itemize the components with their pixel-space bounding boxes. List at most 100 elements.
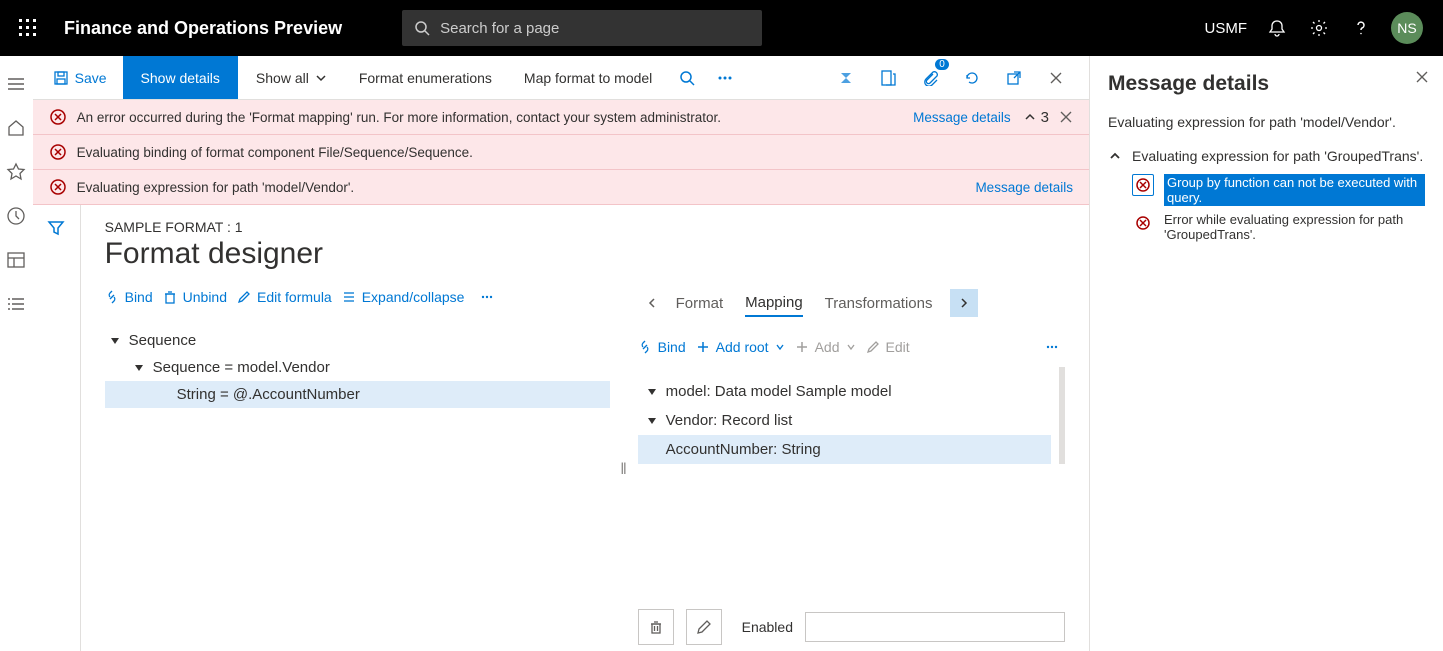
- home-icon[interactable]: [4, 116, 28, 140]
- top-header: Finance and Operations Preview USMF NS: [0, 0, 1443, 56]
- right-toolbar: Format Mapping Transformations: [638, 289, 1065, 329]
- recent-icon[interactable]: [4, 204, 28, 228]
- attachments-icon[interactable]: 0: [913, 61, 947, 95]
- error-banner-1: An error occurred during the 'Format map…: [33, 100, 1089, 135]
- tree-node-label: String = @.AccountNumber: [177, 386, 360, 403]
- collapse-count: 3: [1041, 109, 1049, 126]
- app-title: Finance and Operations Preview: [64, 18, 342, 39]
- search-input[interactable]: [440, 20, 750, 37]
- bind-label: Bind: [125, 289, 153, 305]
- tree-node[interactable]: Vendor: Record list: [638, 406, 1051, 435]
- bind-button-left[interactable]: Bind: [105, 289, 153, 305]
- chevron-up-icon: [1023, 110, 1037, 124]
- mapping-tree: model: Data model Sample model Vendor: R…: [638, 367, 1051, 464]
- tab-next-button[interactable]: [950, 289, 978, 317]
- page-options-icon[interactable]: [871, 61, 905, 95]
- action-bar: Save Show details Show all Format enumer…: [33, 56, 1089, 100]
- panel-subtitle: Evaluating expression for path 'model/Ve…: [1108, 114, 1425, 130]
- pencil-icon: [866, 340, 880, 354]
- chevron-down-icon: [775, 342, 785, 352]
- action-bar-right: 0: [829, 61, 1081, 95]
- bind-button-right[interactable]: Bind: [638, 339, 686, 355]
- hamburger-icon[interactable]: [4, 72, 28, 96]
- tree-node-selected[interactable]: String = @.AccountNumber: [105, 381, 610, 408]
- message-details-link-1[interactable]: Message details: [913, 110, 1011, 125]
- link-icon: [638, 340, 652, 354]
- panel-close-button[interactable]: [1415, 70, 1429, 84]
- notifications-icon[interactable]: [1265, 16, 1289, 40]
- help-icon[interactable]: [1349, 16, 1373, 40]
- caret-down-icon: [133, 363, 145, 373]
- message-details-panel: Message details Evaluating expression fo…: [1089, 56, 1443, 651]
- show-all-button[interactable]: Show all: [242, 56, 341, 99]
- format-enumerations-button[interactable]: Format enumerations: [345, 56, 506, 99]
- tree-node[interactable]: Sequence = model.Vendor: [105, 354, 610, 381]
- delete-button[interactable]: [638, 609, 674, 645]
- more-actions-icon[interactable]: [708, 61, 742, 95]
- expand-collapse-button[interactable]: Expand/collapse: [342, 289, 465, 305]
- close-errors-button[interactable]: [1059, 110, 1073, 124]
- error-icon: [49, 143, 67, 161]
- edit-button[interactable]: Edit: [866, 339, 910, 355]
- popout-icon[interactable]: [997, 61, 1031, 95]
- search-box[interactable]: [402, 10, 762, 46]
- search-action-icon[interactable]: [670, 61, 704, 95]
- options-icon[interactable]: [829, 61, 863, 95]
- tab-transformations[interactable]: Transformations: [825, 291, 933, 316]
- add-root-label: Add root: [716, 339, 769, 355]
- expand-label: Expand/collapse: [362, 289, 465, 305]
- tab-format[interactable]: Format: [676, 291, 724, 316]
- tab-mapping[interactable]: Mapping: [745, 290, 803, 317]
- add-root-button[interactable]: Add root: [696, 339, 785, 355]
- tree-node-label: AccountNumber: String: [666, 441, 821, 458]
- map-format-label: Map format to model: [524, 70, 652, 86]
- tree-node-label: model: Data model Sample model: [666, 383, 892, 400]
- unbind-button[interactable]: Unbind: [163, 289, 227, 305]
- caret-down-icon: [646, 387, 658, 397]
- map-format-button[interactable]: Map format to model: [510, 56, 666, 99]
- right-more-icon[interactable]: [1039, 340, 1065, 354]
- designer-body: SAMPLE FORMAT : 1 Format designer Bind U…: [81, 205, 1089, 651]
- edit-pencil-button[interactable]: [686, 609, 722, 645]
- refresh-icon[interactable]: [955, 61, 989, 95]
- panel-error-row-selected[interactable]: Group by function can not be executed wi…: [1132, 174, 1425, 206]
- user-avatar[interactable]: NS: [1391, 12, 1423, 44]
- error-icon: [49, 108, 67, 126]
- splitter[interactable]: ‖: [610, 289, 638, 651]
- settings-icon[interactable]: [1307, 16, 1331, 40]
- content-column: Save Show details Show all Format enumer…: [33, 56, 1089, 651]
- error-message-2: Evaluating binding of format component F…: [77, 145, 1073, 160]
- tree-node[interactable]: Sequence: [105, 327, 610, 354]
- message-details-link-3[interactable]: Message details: [975, 180, 1073, 195]
- panel-expand-row[interactable]: Evaluating expression for path 'GroupedT…: [1108, 148, 1425, 164]
- add-button[interactable]: Add: [795, 339, 856, 355]
- left-toolbar: Bind Unbind Edit formula Expand/collapse: [105, 289, 610, 317]
- panel-error-row[interactable]: Error while evaluating expression for pa…: [1132, 212, 1425, 242]
- save-button[interactable]: Save: [41, 56, 119, 99]
- edit-formula-label: Edit formula: [257, 289, 332, 305]
- app-launcher-icon[interactable]: [12, 12, 44, 44]
- modules-icon[interactable]: [4, 292, 28, 316]
- edit-formula-button[interactable]: Edit formula: [237, 289, 332, 305]
- close-button[interactable]: [1039, 61, 1073, 95]
- edit-label: Edit: [886, 339, 910, 355]
- tabs: Format Mapping Transformations: [676, 290, 933, 317]
- left-rail: [0, 56, 33, 651]
- filter-icon[interactable]: [47, 219, 65, 651]
- plus-icon: [696, 340, 710, 354]
- show-details-button[interactable]: Show details: [123, 56, 238, 99]
- link-icon: [105, 290, 119, 304]
- tree-node-selected[interactable]: AccountNumber: String: [638, 435, 1051, 464]
- workspaces-icon[interactable]: [4, 248, 28, 272]
- bottom-toolbar: Enabled: [638, 599, 1065, 651]
- tab-prev-button[interactable]: [638, 289, 666, 317]
- error-banner-3: Evaluating expression for path 'model/Ve…: [33, 170, 1089, 205]
- tree-node[interactable]: model: Data model Sample model: [638, 377, 1051, 406]
- legal-entity[interactable]: USMF: [1205, 20, 1248, 37]
- favorites-icon[interactable]: [4, 160, 28, 184]
- error-banner-2: Evaluating binding of format component F…: [33, 135, 1089, 170]
- enabled-field[interactable]: [805, 612, 1065, 642]
- left-more-icon[interactable]: [474, 290, 500, 304]
- collapse-errors-button[interactable]: 3: [1023, 109, 1049, 126]
- attachments-badge: 0: [935, 59, 949, 70]
